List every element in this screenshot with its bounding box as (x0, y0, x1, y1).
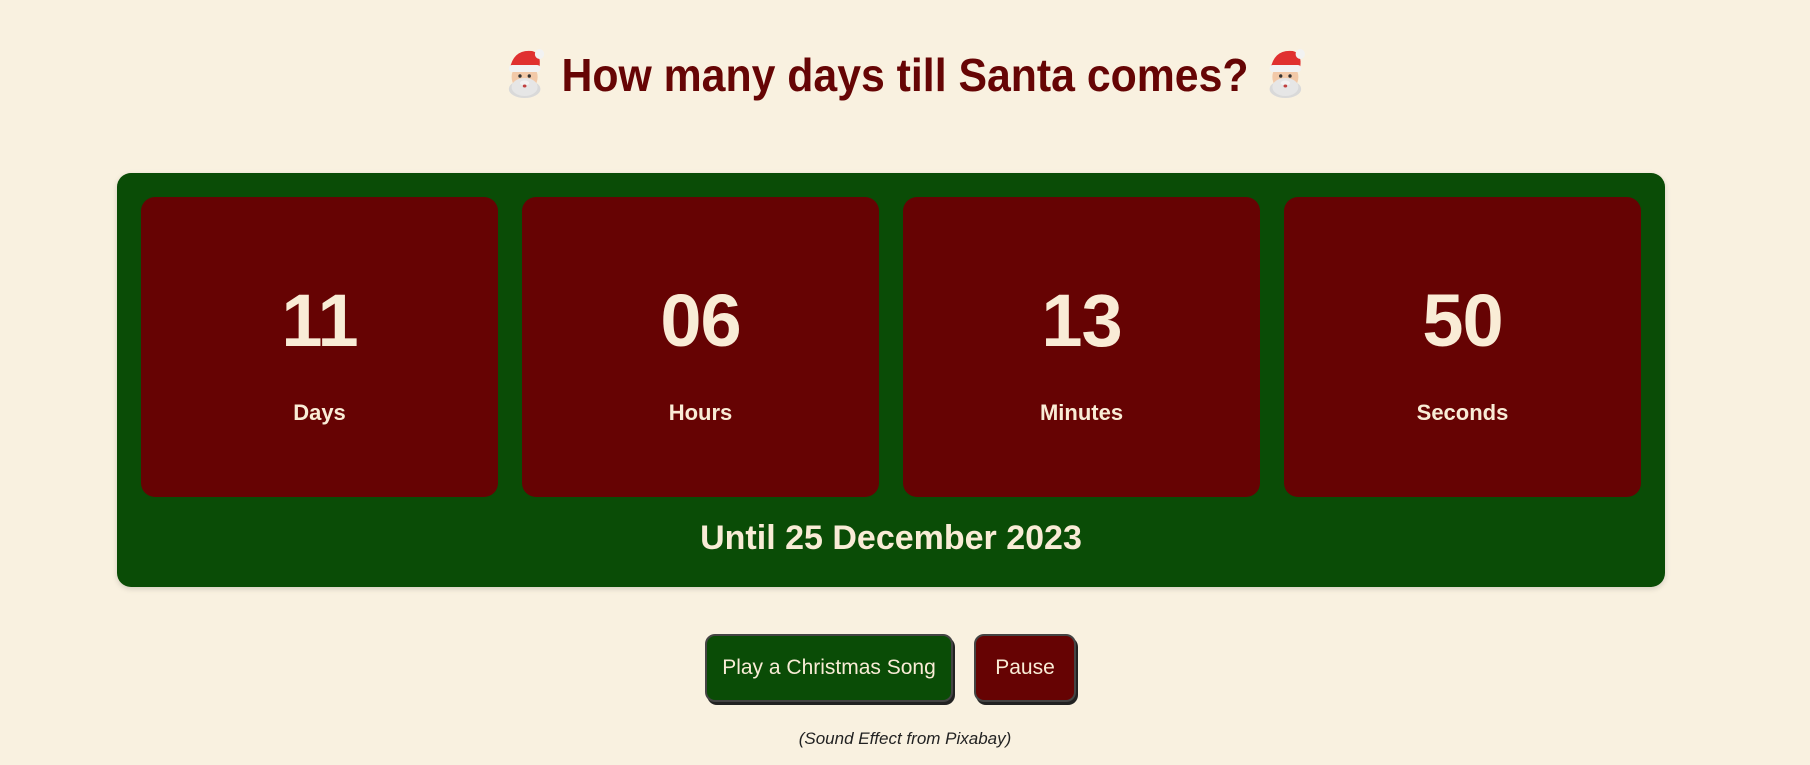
minutes-value: 13 (1041, 279, 1122, 362)
hours-label: Hours (668, 400, 733, 425)
sound-credit: (Sound Effect from Pixabay) (798, 729, 1012, 748)
countdown-days: 11 Days (141, 197, 498, 497)
play-song-button[interactable]: Play a Christmas Song (705, 634, 953, 702)
santa-icon (500, 45, 548, 99)
seconds-label: Seconds (1416, 400, 1509, 425)
santa-icon (1262, 45, 1310, 99)
countdown-seconds: 50 Seconds (1284, 197, 1641, 497)
pause-button[interactable]: Pause (974, 634, 1076, 702)
title-text: How many days till Santa comes? (561, 49, 1249, 101)
hours-value: 06 (660, 279, 741, 362)
countdown-panel: 11 Days 06 Hours 13 Minutes 50 Seconds U… (117, 173, 1665, 587)
page-title: How many days till Santa comes? (63, 44, 1746, 106)
seconds-value: 50 (1422, 279, 1503, 362)
minutes-label: Minutes (1039, 400, 1124, 425)
days-value: 11 (281, 279, 358, 362)
until-date: Until 25 December 2023 (700, 519, 1082, 557)
days-label: Days (293, 400, 346, 425)
countdown-hours: 06 Hours (522, 197, 879, 497)
countdown-minutes: 13 Minutes (903, 197, 1260, 497)
